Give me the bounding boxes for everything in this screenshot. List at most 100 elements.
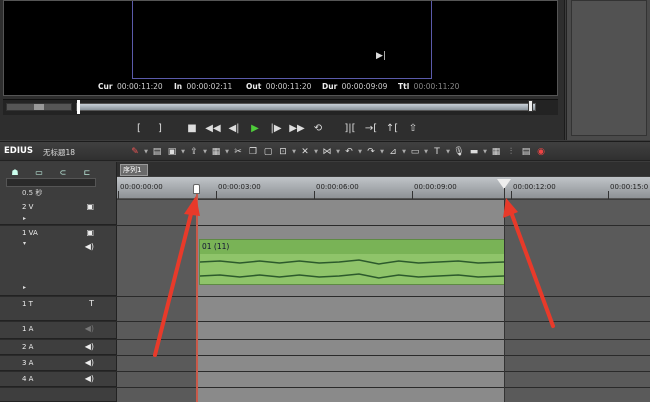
chevron-down-icon[interactable]: ▼ bbox=[335, 145, 341, 159]
lift-button[interactable]: ⇧ bbox=[404, 120, 422, 136]
stop-button[interactable]: ■ bbox=[183, 120, 201, 136]
paste-icon[interactable]: ▢ bbox=[261, 145, 275, 159]
expand-icon[interactable]: ▸ bbox=[23, 284, 26, 291]
chevron-down-icon[interactable]: ▼ bbox=[445, 145, 451, 159]
chevron-down-icon[interactable]: ▼ bbox=[313, 145, 319, 159]
right-panel-content bbox=[571, 0, 647, 136]
step-back-button[interactable]: ◀| bbox=[225, 120, 243, 136]
record-icon[interactable]: ◉ bbox=[534, 145, 548, 159]
undo-icon[interactable]: ↶ bbox=[342, 145, 356, 159]
mixer-icon[interactable]: ⫶ bbox=[504, 145, 518, 159]
track-header-1a[interactable]: 1 A ◀) bbox=[0, 322, 117, 339]
chevron-down-icon[interactable]: ▼ bbox=[401, 145, 407, 159]
snap-icon[interactable]: ⊂ bbox=[52, 166, 74, 178]
chevron-down-icon[interactable]: ▼ bbox=[423, 145, 429, 159]
right-panel bbox=[566, 0, 650, 140]
ruler-tick bbox=[118, 191, 119, 199]
mode-icon[interactable]: ✎ bbox=[128, 145, 142, 159]
expand-icon[interactable]: ▸ bbox=[23, 215, 26, 222]
cut-icon[interactable]: ✂ bbox=[231, 145, 245, 159]
position-bar[interactable] bbox=[76, 103, 536, 111]
chevron-down-icon[interactable]: ▼ bbox=[202, 145, 208, 159]
speaker-icon[interactable]: ◀) bbox=[85, 374, 94, 383]
chevron-down-icon[interactable]: ▼ bbox=[379, 145, 385, 159]
ruler-tick bbox=[608, 191, 609, 199]
ruler-label: 00:00:00:00 bbox=[120, 183, 163, 191]
video-icon[interactable]: ▣ bbox=[86, 228, 94, 237]
track-header-4a[interactable]: 4 A ◀) bbox=[0, 372, 117, 387]
microphone-icon[interactable]: 🎙 bbox=[452, 145, 466, 159]
speaker-icon[interactable]: ◀) bbox=[85, 324, 94, 333]
chevron-down-icon[interactable]: ▼ bbox=[224, 145, 230, 159]
speaker-icon[interactable]: ◀) bbox=[85, 358, 94, 367]
title-icon[interactable]: T bbox=[430, 145, 444, 159]
layout-icon[interactable]: ▭ bbox=[28, 166, 50, 178]
expand-icon[interactable]: ▾ bbox=[23, 240, 26, 247]
chevron-down-icon[interactable]: ▼ bbox=[143, 145, 149, 159]
export-icon[interactable]: ⇪ bbox=[187, 145, 201, 159]
track-header-1t[interactable]: 1 T T bbox=[0, 297, 117, 321]
loop-button[interactable]: ⟲ bbox=[309, 120, 327, 136]
track-header-2v[interactable]: 2 V ▣ ▸ bbox=[0, 200, 117, 225]
stop-icon: ■ bbox=[187, 122, 197, 134]
fast-forward-button[interactable]: ▶▶ bbox=[288, 120, 306, 136]
sync-lock-icon[interactable]: ⊿ bbox=[386, 145, 400, 159]
clip-video-part bbox=[200, 240, 504, 254]
title-track-icon[interactable]: T bbox=[89, 299, 94, 308]
set-out-button[interactable]: ] bbox=[151, 120, 169, 136]
video-icon[interactable]: ▣ bbox=[86, 202, 94, 211]
jog-handle[interactable] bbox=[34, 104, 44, 110]
playback-indicator-icon: ▶| bbox=[376, 51, 386, 61]
group-icon[interactable]: ▭ bbox=[408, 145, 422, 159]
track-name: 2 A bbox=[22, 343, 34, 351]
clip-label: 01 (11) bbox=[202, 242, 230, 251]
replace-icon[interactable]: ⊡ bbox=[276, 145, 290, 159]
chevron-down-icon[interactable]: ▼ bbox=[482, 145, 488, 159]
track-header-1va[interactable]: 1 VA ▣ ◀) ▾ ▸ bbox=[0, 226, 117, 296]
ripple-mode-icon[interactable]: ⊏ bbox=[76, 166, 98, 178]
fast-forward-icon: ▶▶ bbox=[289, 122, 305, 134]
in-point-marker[interactable] bbox=[193, 184, 200, 194]
chevron-down-icon[interactable]: ▼ bbox=[357, 145, 363, 159]
ruler-tick bbox=[314, 191, 315, 199]
in-point-line bbox=[196, 194, 198, 402]
ripple-icon[interactable]: ⋈ bbox=[320, 145, 334, 159]
tab-sequence-1[interactable]: 序列1 bbox=[120, 164, 148, 176]
timeline-clip[interactable]: 01 (11) bbox=[199, 239, 505, 285]
ruler-label: 00:00:15:0 bbox=[610, 183, 649, 191]
track-header-2a[interactable]: 2 A ◀) bbox=[0, 340, 117, 355]
color-bar-icon[interactable]: ▬ bbox=[467, 145, 481, 159]
timeline-toolbar: EDIUS 无标题18 ✎ ▼ ▤ ▣ ▼ ⇪ ▼ ▦ ▼ ✂ ❐ ▢ ⊡ ▼ … bbox=[0, 141, 650, 161]
open-project-icon[interactable]: ▣ bbox=[165, 145, 179, 159]
track-header-empty bbox=[0, 388, 117, 402]
new-sequence-icon[interactable]: ▤ bbox=[150, 145, 164, 159]
insert-icon: ]|[ bbox=[344, 122, 356, 134]
play-button[interactable]: ▶ bbox=[246, 120, 264, 136]
extract-button[interactable]: ↑[ bbox=[383, 120, 401, 136]
position-in-mark[interactable] bbox=[77, 100, 80, 114]
save-icon[interactable]: ▦ bbox=[209, 145, 223, 159]
settings-icon[interactable]: ▤ bbox=[519, 145, 533, 159]
track-name: 1 A bbox=[22, 325, 34, 333]
redo-icon[interactable]: ↷ bbox=[364, 145, 378, 159]
copy-icon[interactable]: ❐ bbox=[246, 145, 260, 159]
ruler-label: 00:00:03:00 bbox=[218, 183, 261, 191]
speaker-icon[interactable]: ◀) bbox=[85, 342, 94, 351]
overwrite-button[interactable]: →[ bbox=[362, 120, 380, 136]
track-header-3a[interactable]: 3 A ◀) bbox=[0, 356, 117, 371]
step-forward-button[interactable]: |▶ bbox=[267, 120, 285, 136]
grid-icon[interactable]: ▦ bbox=[489, 145, 503, 159]
chevron-down-icon[interactable]: ▼ bbox=[180, 145, 186, 159]
timescale-slider[interactable] bbox=[6, 178, 96, 187]
chevron-down-icon[interactable]: ▼ bbox=[291, 145, 297, 159]
position-slider-handle[interactable] bbox=[528, 100, 533, 112]
timecode-cur: Cur 00:00:11:20 bbox=[98, 82, 163, 91]
timescale-label: 0.5 秒 bbox=[22, 189, 43, 197]
set-in-button[interactable]: [ bbox=[130, 120, 148, 136]
delete-icon[interactable]: ✕ bbox=[298, 145, 312, 159]
rewind-button[interactable]: ◀◀ bbox=[204, 120, 222, 136]
step-back-icon: ◀| bbox=[228, 122, 240, 134]
track-height-icon[interactable]: ☗ bbox=[4, 166, 26, 178]
insert-button[interactable]: ]|[ bbox=[341, 120, 359, 136]
speaker-icon[interactable]: ◀) bbox=[85, 242, 94, 251]
